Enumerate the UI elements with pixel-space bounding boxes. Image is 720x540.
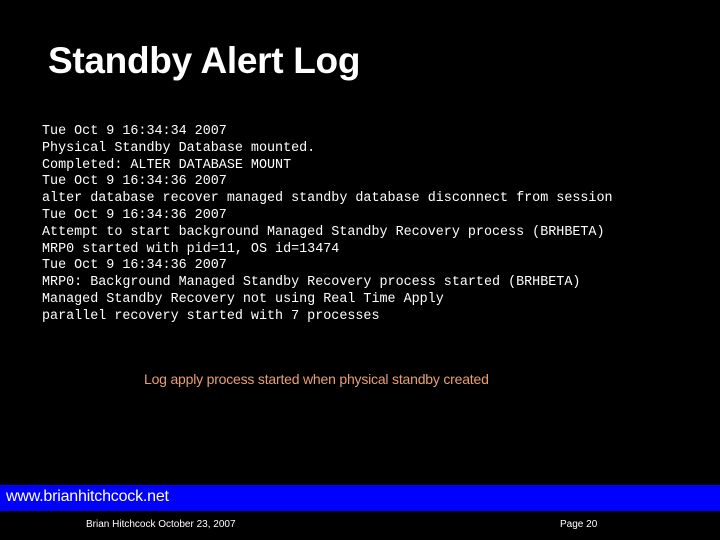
alert-log-block: Tue Oct 9 16:34:34 2007 Physical Standby …: [42, 124, 613, 326]
log-line: alter database recover managed standby d…: [42, 191, 613, 207]
slide-title: Standby Alert Log: [48, 40, 361, 81]
log-line: Completed: ALTER DATABASE MOUNT: [42, 157, 292, 173]
footer-bar: www.brianhitchcock.net: [0, 485, 720, 511]
log-line: Attempt to start background Managed Stan…: [42, 224, 605, 240]
log-line: parallel recovery started with 7 process…: [42, 308, 380, 324]
page-number: Page 20: [560, 519, 598, 530]
log-line: MRP0 started with pid=11, OS id=13474: [42, 241, 340, 257]
footer-author-date: Brian Hitchcock October 23, 2007: [86, 519, 236, 530]
log-line: MRP0: Background Managed Standby Recover…: [42, 275, 581, 291]
annotation-note: Log apply process started when physical …: [144, 371, 489, 387]
log-line: Tue Oct 9 16:34:34 2007: [42, 124, 227, 139]
log-line: Tue Oct 9 16:34:36 2007: [42, 258, 227, 274]
log-line: Tue Oct 9 16:34:36 2007: [42, 207, 227, 223]
log-line: Managed Standby Recovery not using Real …: [42, 291, 444, 307]
footer-url-link[interactable]: www.brianhitchcock.net: [6, 488, 169, 506]
log-line: Physical Standby Database mounted.: [42, 140, 316, 156]
log-line: Tue Oct 9 16:34:36 2007: [42, 174, 227, 190]
